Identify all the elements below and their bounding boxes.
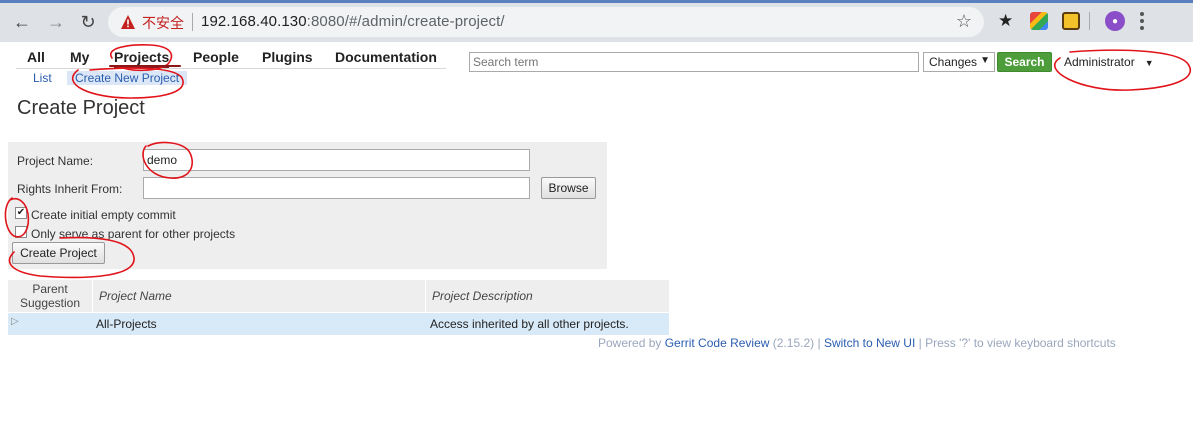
chevron-down-icon: ▼ <box>980 55 990 66</box>
menu-projects[interactable]: Projects <box>114 49 170 68</box>
create-project-panel: Project Name: demo Rights Inherit From: … <box>8 142 607 269</box>
browser-toolbar: ← → ↻ 不安全 192.168.40.130:8080/#/admin/cr… <box>0 0 1193 42</box>
profile-avatar-icon[interactable]: ● <box>1105 11 1125 31</box>
footer-powered-by: Powered by <box>598 336 662 350</box>
browse-button[interactable]: Browse <box>541 177 596 199</box>
browser-menu-icon[interactable] <box>1140 12 1144 33</box>
footer-version: (2.15.2) <box>772 336 815 350</box>
toolbar-divider <box>1089 12 1090 30</box>
warning-icon <box>121 15 135 29</box>
url-text[interactable]: 192.168.40.130:8080/#/admin/create-proje… <box>201 13 505 30</box>
bookmark-star-icon[interactable]: ☆ <box>956 11 972 32</box>
header-project-name: Project Name <box>92 280 425 312</box>
url-path: :8080/#/admin/create-project/ <box>306 13 505 30</box>
menu-documentation[interactable]: Documentation <box>335 49 437 65</box>
extension-colorful-icon[interactable] <box>1030 12 1048 30</box>
url-host: 192.168.40.130 <box>201 13 307 30</box>
security-label: 不安全 <box>142 16 184 32</box>
project-name-label: Project Name: <box>17 154 94 168</box>
search-input[interactable] <box>469 52 919 72</box>
expand-triangle-icon[interactable]: ▷ <box>11 316 19 327</box>
top-menu: All My Projects People Plugins Documenta… <box>16 46 446 69</box>
user-menu[interactable]: Administrator ▼ <box>1064 55 1154 69</box>
forward-icon[interactable]: → <box>44 10 68 34</box>
submenu-create-new-project[interactable]: Create New Project <box>67 71 188 85</box>
caret-down-icon: ▼ <box>1144 58 1154 68</box>
search-scope-value: Changes <box>929 55 978 69</box>
extension-star-icon[interactable]: ★ <box>998 12 1016 31</box>
footer-shortcuts-hint: Press '?' to view keyboard shortcuts <box>925 336 1116 350</box>
switch-to-new-ui-link[interactable]: Switch to New UI <box>824 336 915 350</box>
user-name: Administrator <box>1064 55 1135 69</box>
project-name-input[interactable]: demo <box>143 149 530 171</box>
table-header: Parent Suggestion Project Name Project D… <box>8 280 669 312</box>
menu-plugins[interactable]: Plugins <box>262 49 313 65</box>
rights-inherit-label: Rights Inherit From: <box>17 182 123 196</box>
parent-only-checkbox[interactable] <box>15 226 27 238</box>
initial-commit-label: Create initial empty commit <box>31 208 176 222</box>
row-project-name[interactable]: All-Projects <box>96 317 157 331</box>
menu-my[interactable]: My <box>70 49 89 65</box>
initial-commit-checkbox[interactable]: ✔ <box>15 207 27 219</box>
search-button[interactable]: Search <box>997 52 1052 72</box>
back-icon[interactable]: ← <box>10 10 34 34</box>
submenu-list[interactable]: List <box>33 71 52 85</box>
extension-crown-icon[interactable] <box>1062 12 1080 30</box>
browser-tabstrip-edge <box>0 0 1193 3</box>
header-parent-suggestion: Parent Suggestion <box>8 280 92 312</box>
reload-icon[interactable]: ↻ <box>76 10 100 34</box>
page-title: Create Project <box>17 97 145 119</box>
row-project-description: Access inherited by all other projects. <box>430 317 629 331</box>
menu-people[interactable]: People <box>193 49 239 65</box>
footer-separator-2: | <box>918 336 922 350</box>
search-scope-select[interactable]: Changes ▼ <box>923 52 995 72</box>
menu-all[interactable]: All <box>27 49 45 65</box>
footer-separator: | <box>817 336 821 350</box>
footer-gerrit-link[interactable]: Gerrit Code Review <box>665 336 770 350</box>
header-parent-suggestion-label: Parent Suggestion <box>19 282 81 310</box>
rights-inherit-input[interactable] <box>143 177 530 199</box>
parent-only-label: Only serve as parent for other projects <box>31 227 236 241</box>
address-bar[interactable]: 不安全 192.168.40.130:8080/#/admin/create-p… <box>108 7 984 37</box>
header-project-description: Project Description <box>425 280 669 312</box>
omnibox-divider <box>192 13 193 31</box>
footer: Powered by Gerrit Code Review (2.15.2) |… <box>598 336 1116 350</box>
create-project-button[interactable]: Create Project <box>12 242 105 264</box>
table-row[interactable]: ▷ All-Projects Access inherited by all o… <box>8 313 669 335</box>
